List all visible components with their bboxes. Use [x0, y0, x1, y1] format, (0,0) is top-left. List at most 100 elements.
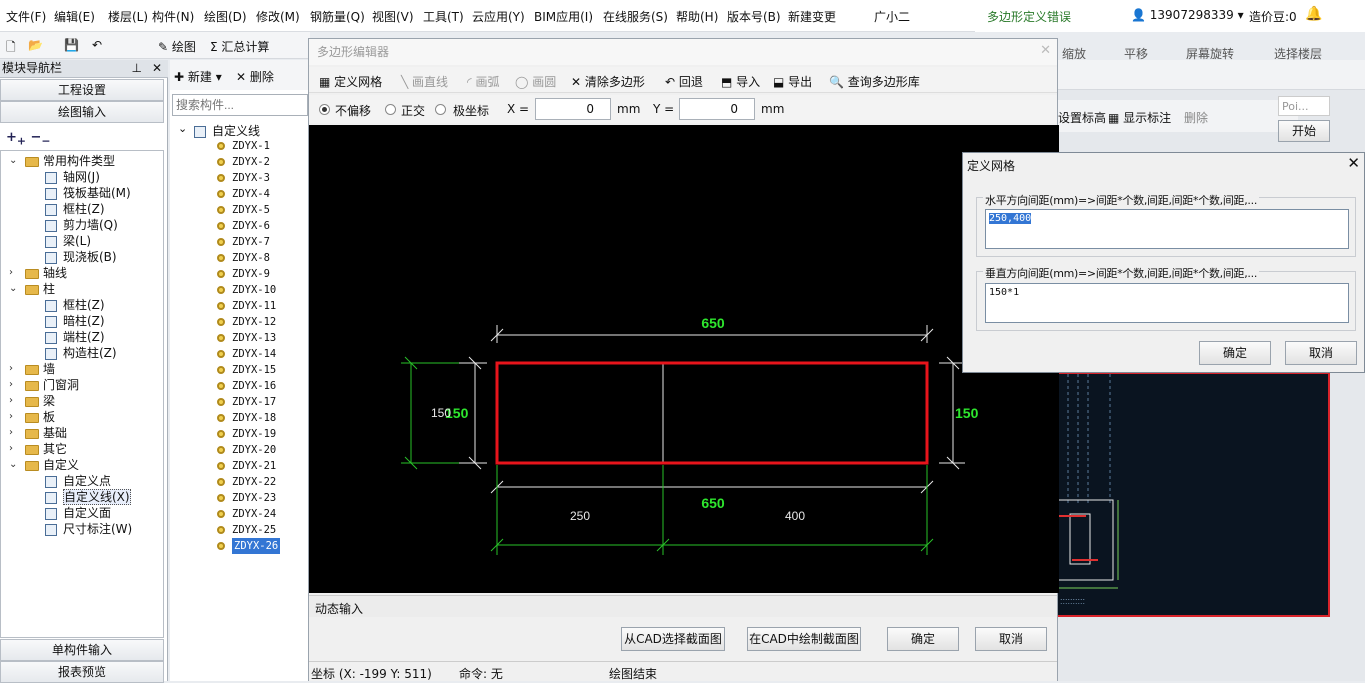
expand-icon[interactable]: ›: [9, 441, 13, 457]
tree-collapse-icon[interactable]: ⌄: [178, 122, 187, 135]
component-item[interactable]: ZDYX-21: [232, 458, 276, 474]
component-item[interactable]: ZDYX-14: [232, 346, 276, 362]
collapse-icon[interactable]: ⌄: [9, 457, 17, 473]
menu-item[interactable]: 在线服务(S): [603, 8, 668, 25]
collapse-icon[interactable]: ⌄: [9, 153, 17, 169]
menu-item[interactable]: 钢筋量(Q): [310, 8, 365, 25]
tree-item[interactable]: 尺寸标注(W): [45, 521, 132, 537]
expand-all-icon[interactable]: ++ −−: [6, 130, 50, 148]
single-component-input-button[interactable]: 单构件输入: [0, 639, 164, 661]
menu-item[interactable]: 绘图(D): [204, 8, 247, 25]
menu-item[interactable]: 文件(F): [6, 8, 46, 25]
new-file-icon[interactable]: 🗋: [6, 38, 16, 59]
start-button[interactable]: 开始: [1278, 120, 1330, 142]
tree-folder[interactable]: › 基础: [9, 425, 67, 441]
pan-button[interactable]: 平移: [1124, 45, 1148, 62]
tree-folder[interactable]: › 门窗洞: [9, 377, 79, 393]
poi-field[interactable]: Poi...: [1278, 96, 1330, 116]
component-item[interactable]: ZDYX-6: [232, 218, 270, 234]
tree-item[interactable]: 筏板基础(M): [45, 185, 131, 201]
tree-item[interactable]: 现浇板(B): [45, 249, 117, 265]
component-item[interactable]: ZDYX-8: [232, 250, 270, 266]
menu-item[interactable]: 构件(N): [152, 8, 194, 25]
component-item[interactable]: ZDYX-18: [232, 410, 276, 426]
tree-item[interactable]: 剪力墙(Q): [45, 217, 118, 233]
component-item[interactable]: ZDYX-3: [232, 170, 270, 186]
component-item[interactable]: ZDYX-2: [232, 154, 270, 170]
vertical-spacing-input[interactable]: 150*1: [985, 283, 1349, 323]
close-icon[interactable]: ✕: [152, 60, 162, 77]
component-item[interactable]: ZDYX-19: [232, 426, 276, 442]
undo-button[interactable]: ↶ 回退: [665, 73, 703, 90]
component-item[interactable]: ZDYX-17: [232, 394, 276, 410]
tree-folder[interactable]: › 轴线: [9, 265, 67, 281]
tree-item[interactable]: 自定义面: [45, 505, 111, 521]
menu-item[interactable]: 新建变更: [788, 8, 836, 25]
component-item[interactable]: ZDYX-10: [232, 282, 276, 298]
horizontal-spacing-input[interactable]: 250,400: [985, 209, 1349, 249]
cad-select-section-button[interactable]: 从CAD选择截面图: [621, 627, 725, 651]
rotate-button[interactable]: 屏幕旋转: [1186, 45, 1234, 62]
show-dimension-button[interactable]: ▦ 显示标注: [1108, 109, 1171, 126]
component-item[interactable]: ZDYX-23: [232, 490, 276, 506]
define-grid-button[interactable]: ▦ 定义网格: [319, 73, 382, 90]
y-input[interactable]: 0: [679, 98, 755, 120]
new-component-button[interactable]: ✚ 新建 ▾: [174, 68, 222, 85]
dynamic-input-tab[interactable]: 动态输入: [309, 595, 1057, 617]
component-item[interactable]: ZDYX-16: [232, 378, 276, 394]
component-item[interactable]: ZDYX-7: [232, 234, 270, 250]
component-item[interactable]: ZDYX-26: [232, 538, 281, 554]
expand-icon[interactable]: ›: [9, 265, 13, 281]
component-item[interactable]: ZDYX-20: [232, 442, 276, 458]
project-settings-button[interactable]: 工程设置: [0, 79, 164, 101]
pin-icon[interactable]: ⊥: [132, 60, 142, 77]
tree-item[interactable]: 梁(L): [45, 233, 91, 249]
component-item[interactable]: ZDYX-24: [232, 506, 276, 522]
tree-item[interactable]: 端柱(Z): [45, 329, 105, 345]
tree-item[interactable]: 构造柱(Z): [45, 345, 117, 361]
menu-item[interactable]: 云应用(Y): [472, 8, 525, 25]
draw-circle-button[interactable]: ◯ 画圆: [515, 73, 556, 90]
query-polygon-library-button[interactable]: 🔍 查询多边形库: [829, 73, 920, 90]
tree-folder[interactable]: › 梁: [9, 393, 55, 409]
menu-item[interactable]: 楼层(L): [108, 8, 148, 25]
polygon-shape[interactable]: [495, 361, 929, 465]
menu-item[interactable]: 工具(T): [423, 8, 464, 25]
tree-folder[interactable]: ⌄ 常用构件类型: [9, 153, 115, 169]
tree-item[interactable]: 自定义点: [45, 473, 111, 489]
polar-radio[interactable]: [435, 104, 446, 115]
user-phone[interactable]: 👤 13907298339 ▾: [1131, 8, 1244, 22]
menu-item[interactable]: 帮助(H): [676, 8, 718, 25]
tree-item[interactable]: 暗柱(Z): [45, 313, 105, 329]
expand-icon[interactable]: ›: [9, 425, 13, 441]
editor-cancel-button[interactable]: 取消: [975, 627, 1047, 651]
cad-draw-section-button[interactable]: 在CAD中绘制截面图: [747, 627, 861, 651]
tree-folder[interactable]: ⌄ 自定义: [9, 457, 79, 473]
draw-button[interactable]: ✎ 绘图: [158, 38, 196, 55]
import-button[interactable]: ⬒ 导入: [721, 73, 760, 90]
tree-item[interactable]: 轴网(J): [45, 169, 100, 185]
expand-icon[interactable]: ›: [9, 409, 13, 425]
x-input[interactable]: 0: [535, 98, 611, 120]
component-item[interactable]: ZDYX-1: [232, 138, 270, 154]
open-file-icon[interactable]: 📂: [28, 38, 43, 52]
component-item[interactable]: ZDYX-5: [232, 202, 270, 218]
component-item[interactable]: ZDYX-4: [232, 186, 270, 202]
component-item[interactable]: ZDYX-15: [232, 362, 276, 378]
ortho-radio[interactable]: [385, 104, 396, 115]
component-item[interactable]: ZDYX-22: [232, 474, 276, 490]
menu-item[interactable]: 版本号(B): [727, 8, 781, 25]
menu-item[interactable]: BIM应用(I): [534, 8, 593, 25]
tree-item[interactable]: 框柱(Z): [45, 297, 105, 313]
component-search-input[interactable]: [172, 94, 308, 116]
bell-icon[interactable]: 🔔: [1305, 6, 1322, 22]
menu-item[interactable]: 视图(V): [372, 8, 414, 25]
draw-arc-button[interactable]: ◜ 画弧: [467, 73, 499, 90]
sum-calc-button[interactable]: Σ 汇总计算: [210, 38, 269, 55]
delete-component-button[interactable]: ✕ 删除: [236, 68, 274, 85]
tree-folder[interactable]: › 其它: [9, 441, 67, 457]
zoom-button[interactable]: 缩放: [1062, 45, 1086, 62]
save-icon[interactable]: 💾: [64, 38, 79, 52]
select-floor-button[interactable]: 选择楼层: [1274, 45, 1322, 62]
expand-icon[interactable]: ›: [9, 393, 13, 409]
